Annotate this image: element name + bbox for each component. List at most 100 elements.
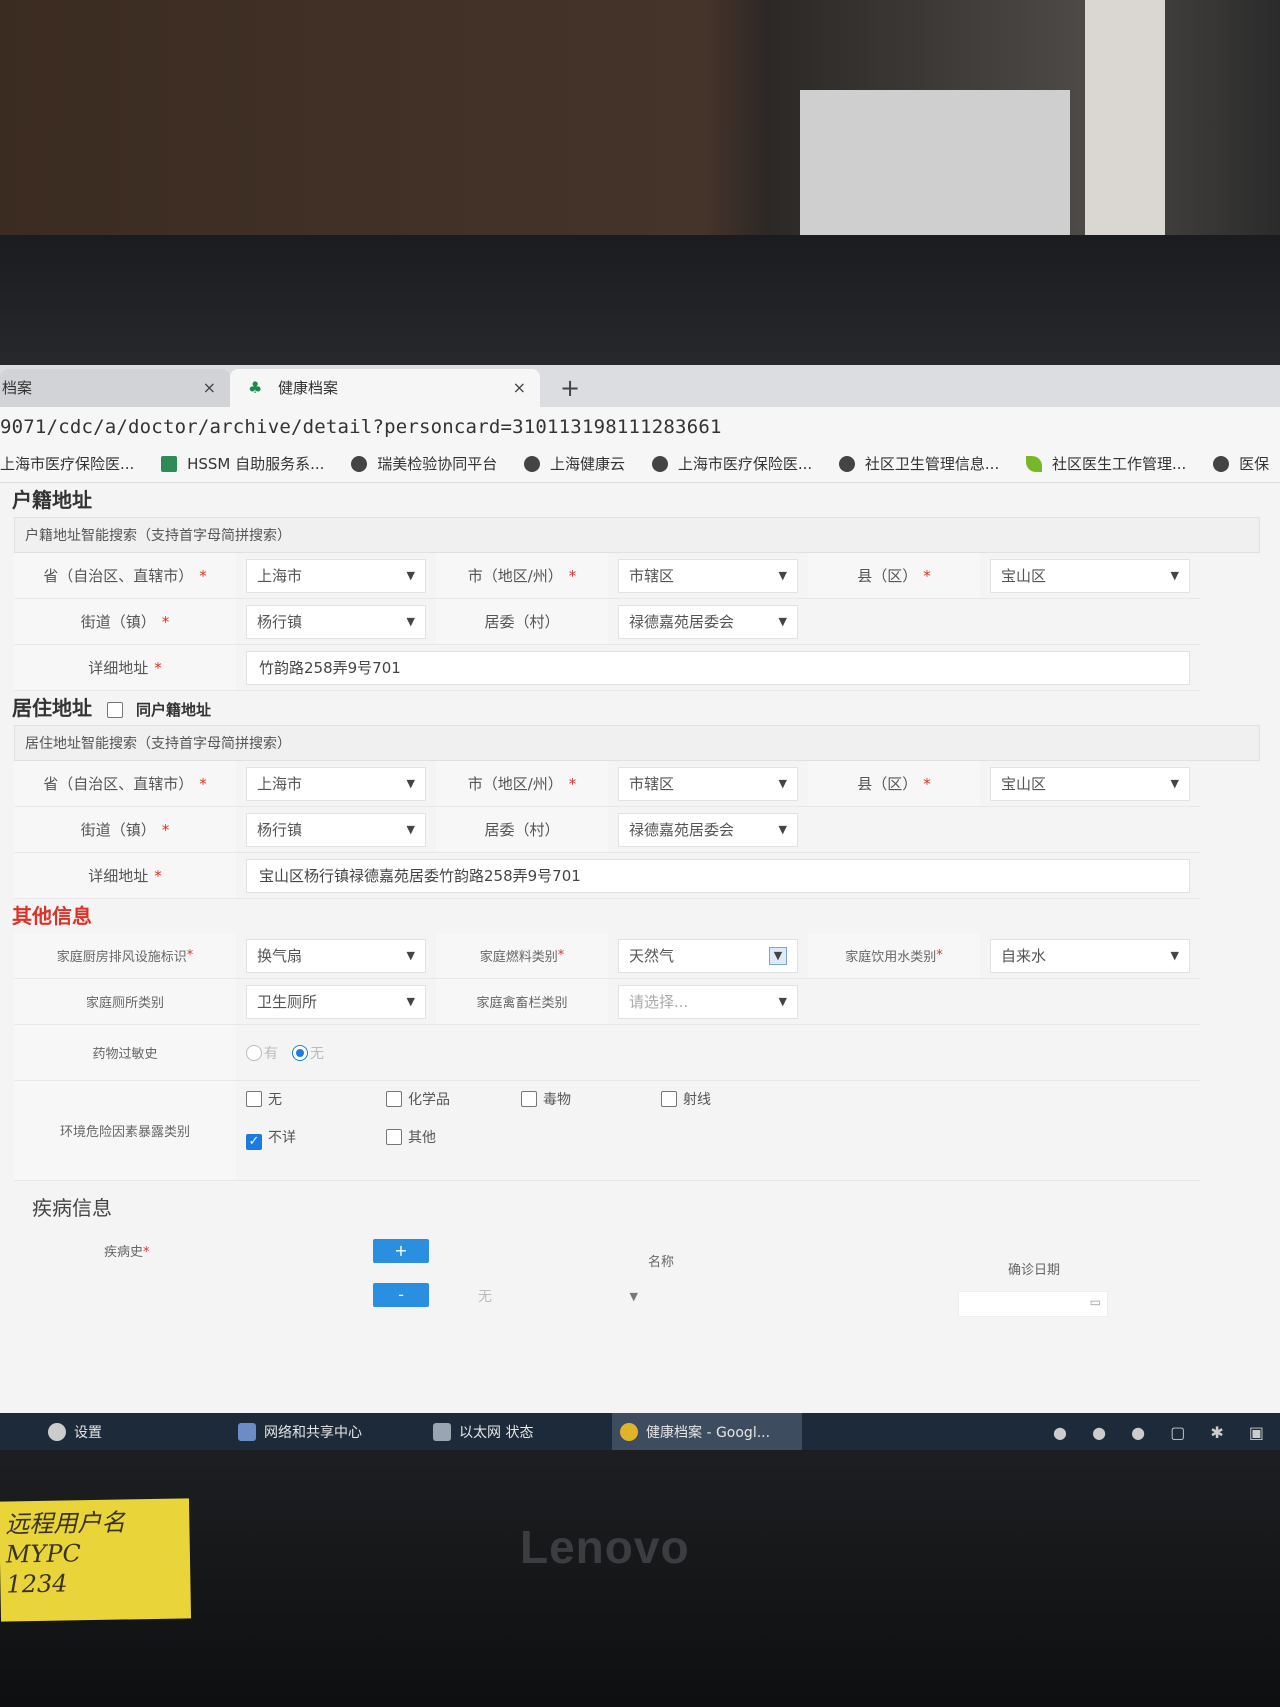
add-disease-button[interactable]: + <box>373 1239 429 1263</box>
toilet-select[interactable]: 卫生厕所 ▼ <box>246 984 426 1019</box>
water-select[interactable]: 自来水 ▼ <box>990 938 1190 973</box>
sticky-note-line: MYPC <box>5 1539 82 1569</box>
province-cell: 上海市 ▼ <box>236 761 436 807</box>
livestock-cell: 请选择... ▼ <box>608 979 808 1025</box>
section-title-other: 其他信息 <box>12 904 92 928</box>
street-cell: 杨行镇 ▼ <box>236 599 436 645</box>
bookmark-item[interactable]: 瑞美检验协同平台 <box>351 447 497 481</box>
city-select[interactable]: 市辖区 ▼ <box>618 766 798 801</box>
tab-archive[interactable]: 档案 × <box>0 369 230 407</box>
chevron-down-icon: ▼ <box>1170 569 1179 582</box>
allergy-yes-radio[interactable] <box>246 1044 262 1061</box>
exposure-checkbox[interactable] <box>246 1091 262 1107</box>
street-label: 街道（镇） * <box>14 807 236 853</box>
globe-icon <box>524 456 541 472</box>
committee-select[interactable]: 禄德嘉苑居委会 ▼ <box>618 812 798 847</box>
bookmark-label: 上海市医疗保险医... <box>677 455 813 473</box>
province-select[interactable]: 上海市 ▼ <box>246 558 426 593</box>
taskbar-item-settings[interactable]: 设置 <box>40 1413 210 1450</box>
exposure-checkbox[interactable] <box>661 1091 677 1107</box>
disease-section: 疾病史* + - 名称 确诊日期 无 ▼ ▭ <box>8 1225 1280 1345</box>
browser-tab-bar: 档案 × ♣ 健康档案 × + <box>0 365 1280 407</box>
bookmark-item[interactable]: HSSM 自助服务系... <box>161 447 324 481</box>
close-icon[interactable]: × <box>513 369 526 407</box>
exposure-option[interactable]: ✓ 不详 <box>246 1127 386 1150</box>
city-label: 市（地区/州） * <box>436 553 608 599</box>
address-bar[interactable]: 9071/cdc/a/doctor/archive/detail?personc… <box>0 407 1280 447</box>
detail-cell: 宝山区杨行镇禄德嘉苑居委竹韵路258弄9号701 <box>236 853 1200 899</box>
chevron-down-icon: ▼ <box>1170 949 1179 962</box>
committee-label: 居委（村） <box>436 599 608 645</box>
sticky-note-line: 1234 <box>6 1569 68 1599</box>
bookmark-item[interactable]: 社区医生工作管理... <box>1026 447 1186 481</box>
taskbar-item-chrome[interactable]: 健康档案 - Googl... <box>612 1413 802 1450</box>
close-icon[interactable]: × <box>203 369 216 407</box>
exposure-option[interactable]: 射线 <box>661 1089 801 1109</box>
county-select[interactable]: 宝山区 ▼ <box>990 766 1190 801</box>
globe-icon <box>651 456 668 472</box>
network-icon <box>238 1423 256 1441</box>
exposure-checkbox[interactable] <box>386 1091 402 1107</box>
exposure-checkbox[interactable] <box>521 1091 537 1107</box>
water-label: 家庭饮用水类别 * <box>808 933 980 979</box>
bookmark-label: 社区卫生管理信息... <box>864 455 1000 473</box>
chevron-down-icon: ▼ <box>629 1289 638 1303</box>
new-tab-button[interactable]: + <box>560 369 580 407</box>
exposure-option[interactable]: 化学品 <box>386 1089 521 1109</box>
chevron-down-icon: ▼ <box>778 777 787 790</box>
diagnosis-date-header: 确诊日期 <box>1008 1263 1061 1278</box>
exposure-checkbox-checked[interactable]: ✓ <box>246 1134 262 1150</box>
globe-icon <box>351 456 368 472</box>
exposure-option[interactable]: 毒物 <box>521 1089 661 1109</box>
bookmark-item[interactable]: 上海市医疗保险医... <box>0 447 134 481</box>
detail-address-input[interactable]: 宝山区杨行镇禄德嘉苑居委竹韵路258弄9号701 <box>246 858 1190 893</box>
detail-address-input[interactable]: 竹韵路258弄9号701 <box>246 650 1190 685</box>
county-label: 县（区） * <box>808 553 980 599</box>
livestock-select[interactable]: 请选择... ▼ <box>618 984 798 1019</box>
diagnosis-date-input[interactable]: ▭ <box>958 1291 1108 1317</box>
livestock-label: 家庭禽畜栏类别 <box>436 979 608 1025</box>
ethernet-icon <box>433 1423 451 1441</box>
bookmark-item[interactable]: 医保 <box>1213 447 1269 481</box>
huji-search-input[interactable]: 户籍地址智能搜索（支持首字母简拼搜索） <box>14 517 1260 553</box>
bookmark-label: 医保 <box>1239 455 1270 473</box>
chevron-down-icon[interactable]: ▼ <box>769 946 787 965</box>
exposure-option[interactable]: 无 <box>246 1089 386 1109</box>
tab-label: 健康档案 <box>278 379 339 397</box>
juzhu-search-input[interactable]: 居住地址智能搜索（支持首字母简拼搜索） <box>14 725 1260 761</box>
exposure-cell: 无 化学品 毒物 射线 ✓ 不详 其他 <box>236 1081 1200 1181</box>
committee-select[interactable]: 禄德嘉苑居委会 ▼ <box>618 604 798 639</box>
committee-cell: 禄德嘉苑居委会 ▼ <box>608 807 808 853</box>
section-title-disease: 疾病信息 <box>32 1196 112 1220</box>
county-select[interactable]: 宝山区 ▼ <box>990 558 1190 593</box>
fuel-select[interactable]: 天然气 ▼ <box>618 938 798 973</box>
allergy-cell: 有 无 <box>236 1025 1200 1081</box>
bookmark-item[interactable]: 上海健康云 <box>524 447 625 481</box>
system-tray[interactable]: ● ● ● ▢ ✱ ▣ <box>1053 1423 1274 1442</box>
kitchen-cell: 换气扇 ▼ <box>236 933 436 979</box>
history-label: 疾病史* <box>104 1245 150 1260</box>
app-icon <box>161 456 178 472</box>
province-select[interactable]: 上海市 ▼ <box>246 766 426 801</box>
same-as-huji-checkbox[interactable] <box>106 702 123 718</box>
street-cell: 杨行镇 ▼ <box>236 807 436 853</box>
chevron-down-icon: ▼ <box>406 823 415 836</box>
tab-health-record[interactable]: ♣ 健康档案 × <box>230 369 540 407</box>
bookmark-item[interactable]: 社区卫生管理信息... <box>838 447 1000 481</box>
province-label: 省（自治区、直辖市） * <box>14 761 236 807</box>
street-select[interactable]: 杨行镇 ▼ <box>246 604 426 639</box>
kitchen-select[interactable]: 换气扇 ▼ <box>246 938 426 973</box>
street-select[interactable]: 杨行镇 ▼ <box>246 812 426 847</box>
chevron-down-icon: ▼ <box>778 823 787 836</box>
exposure-checkbox[interactable] <box>386 1129 402 1145</box>
city-select[interactable]: 市辖区 ▼ <box>618 558 798 593</box>
taskbar-item-network[interactable]: 网络和共享中心 <box>230 1413 410 1450</box>
disease-name-select[interactable]: 无 ▼ <box>478 1283 638 1309</box>
exposure-option[interactable]: 其他 <box>386 1127 521 1150</box>
tab-label: 档案 <box>2 379 33 397</box>
remove-disease-button[interactable]: - <box>373 1283 429 1307</box>
bookmark-item[interactable]: 上海市医疗保险医... <box>651 447 813 481</box>
allergy-no-radio[interactable] <box>292 1044 308 1061</box>
screen: 档案 × ♣ 健康档案 × + 9071/cdc/a/doctor/archiv… <box>0 365 1280 1450</box>
taskbar-item-ethernet[interactable]: 以太网 状态 <box>425 1413 605 1450</box>
